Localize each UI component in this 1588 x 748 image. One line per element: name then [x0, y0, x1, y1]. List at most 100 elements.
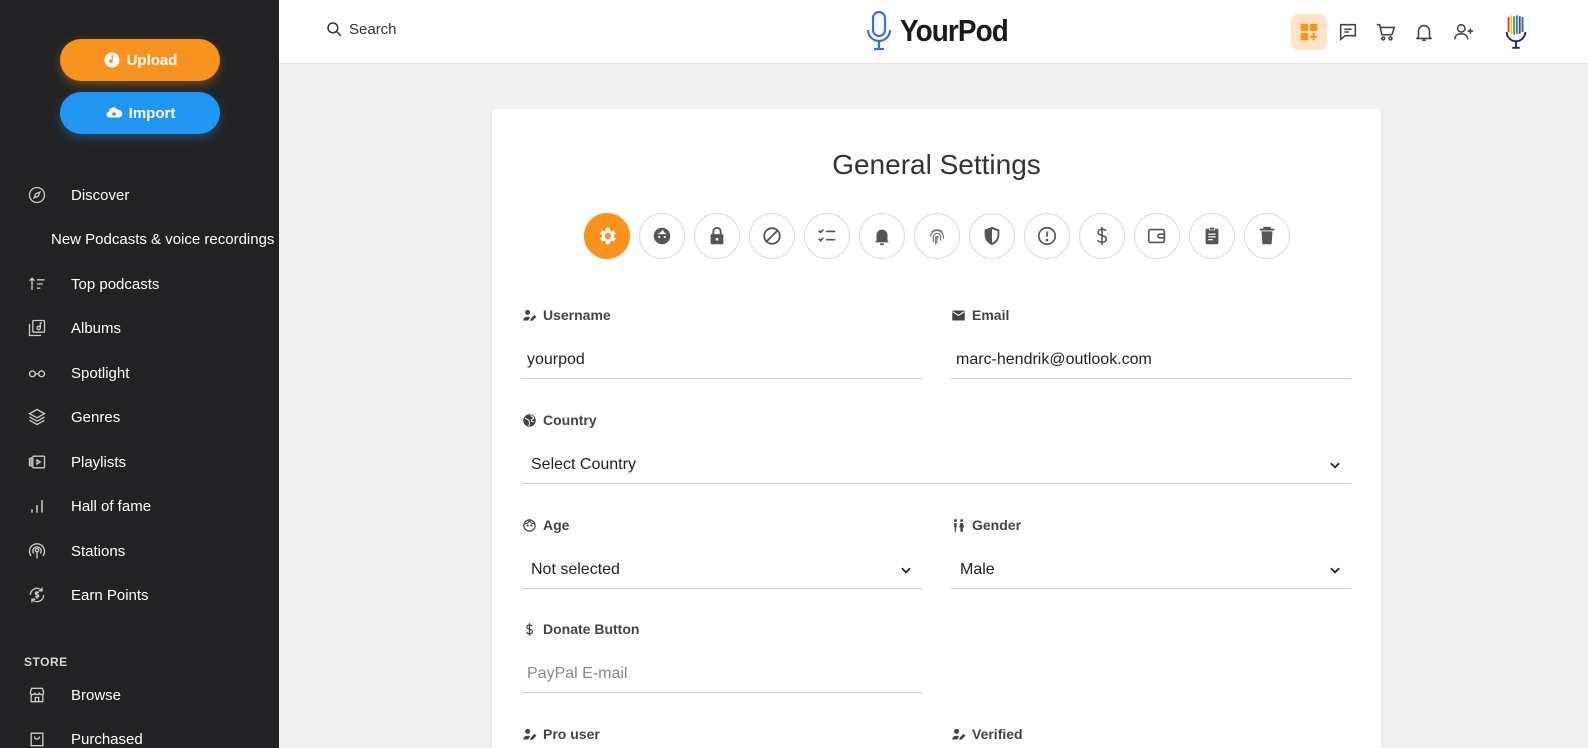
- paypal-email-input[interactable]: [522, 655, 922, 693]
- user-edit-icon: [952, 728, 966, 740]
- gender-select-value: Male: [960, 560, 995, 578]
- user-edit-icon: [523, 309, 537, 321]
- tab-password[interactable]: [694, 213, 740, 259]
- store-icon: [26, 684, 48, 706]
- sidebar-item-genres[interactable]: Genres: [0, 399, 279, 435]
- dashboard-add-button[interactable]: [1291, 14, 1327, 50]
- notifications-button[interactable]: [1406, 14, 1442, 50]
- cloud-download-icon: [106, 107, 122, 118]
- sidebar-item-top-podcasts[interactable]: Top podcasts: [0, 266, 279, 302]
- donate-field: Donate Button: [522, 620, 922, 693]
- dashboard-add-icon: [1300, 23, 1318, 41]
- email-input[interactable]: [951, 341, 1351, 379]
- add-friend-button[interactable]: [1446, 14, 1482, 50]
- tab-notifications[interactable]: [859, 213, 905, 259]
- sidebar-item-label: Albums: [71, 319, 122, 337]
- age-field: Age Not selected: [522, 516, 922, 589]
- gender-icon: [953, 518, 965, 532]
- sidebar-item-stations[interactable]: Stations: [0, 533, 279, 569]
- alert-icon: [1037, 226, 1057, 246]
- tab-blocked[interactable]: [749, 213, 795, 259]
- verified-field: Verified: [951, 725, 1351, 743]
- add-user-icon: [1454, 23, 1474, 40]
- trash-icon: [1259, 226, 1275, 245]
- gear-icon: [600, 227, 616, 245]
- sidebar-item-label: Browse: [71, 686, 122, 704]
- search-button[interactable]: Search: [325, 20, 397, 38]
- search-label: Search: [349, 20, 397, 38]
- tab-general[interactable]: [584, 213, 630, 259]
- sidebar-item-label: Top podcasts: [71, 275, 160, 293]
- messages-button[interactable]: [1330, 14, 1366, 50]
- import-label: Import: [128, 104, 176, 122]
- bag-icon: [26, 728, 48, 748]
- tab-delete-account[interactable]: [1244, 213, 1290, 259]
- username-input[interactable]: [522, 341, 922, 379]
- age-select-value: Not selected: [531, 560, 620, 578]
- sidebar-item-earn-points[interactable]: Earn Points: [0, 577, 279, 613]
- bar-chart-icon: [26, 495, 48, 517]
- store-heading: STORE: [24, 655, 68, 669]
- upload-label: Upload: [126, 51, 178, 69]
- wallet-icon: [1147, 228, 1166, 244]
- playlist-icon: [26, 451, 48, 473]
- face-icon: [653, 227, 671, 245]
- bell-icon: [1415, 24, 1433, 42]
- country-select[interactable]: Select Country: [522, 446, 1351, 484]
- upload-button[interactable]: Upload: [60, 39, 220, 81]
- username-field: Username: [522, 306, 922, 379]
- sort-icon: [26, 273, 48, 295]
- broadcast-icon: [26, 540, 48, 562]
- age-select[interactable]: Not selected: [522, 551, 922, 589]
- shield-icon: [984, 226, 1000, 246]
- logo-text: YourPod: [900, 13, 1009, 48]
- tab-privacy[interactable]: [804, 213, 850, 259]
- tab-reports[interactable]: [1024, 213, 1070, 259]
- sidebar-item-spotlight[interactable]: Spotlight: [0, 355, 279, 391]
- sidebar-item-purchased[interactable]: Purchased: [0, 721, 279, 748]
- user-edit-icon: [523, 728, 537, 740]
- age-label: Age: [522, 516, 922, 534]
- sidebar-item-hall-of-fame[interactable]: Hall of fame: [0, 488, 279, 524]
- sidebar-item-label: Earn Points: [71, 586, 149, 604]
- sidebar-item-label: Genres: [71, 408, 121, 426]
- country-field: Country Select Country: [522, 411, 1351, 484]
- pro-user-label: Pro user: [522, 725, 922, 743]
- tab-sessions[interactable]: [969, 213, 1015, 259]
- cart-icon: [1376, 23, 1396, 41]
- sidebar-item-albums[interactable]: Albums: [0, 310, 279, 346]
- settings-card: General Settings Username yourpod Email …: [492, 109, 1381, 748]
- import-button[interactable]: Import: [60, 92, 220, 134]
- tab-invoices[interactable]: [1189, 213, 1235, 259]
- sidebar-item-new-podcasts[interactable]: New Podcasts & voice recordings: [0, 221, 279, 257]
- chevron-down-icon: [1330, 462, 1340, 469]
- chevron-down-icon: [901, 567, 911, 574]
- microphone-icon: [866, 10, 892, 51]
- tab-wallet[interactable]: [1134, 213, 1180, 259]
- cart-button[interactable]: [1368, 14, 1404, 50]
- logo[interactable]: YourPod: [864, 10, 1020, 52]
- face-icon: [523, 518, 536, 532]
- chevron-down-icon: [1330, 567, 1340, 574]
- tab-security[interactable]: [914, 213, 960, 259]
- sidebar-item-label: Discover: [71, 186, 130, 204]
- avatar[interactable]: [1498, 14, 1534, 50]
- sidebar-item-playlists[interactable]: Playlists: [0, 444, 279, 480]
- gender-field: Gender Male: [951, 516, 1351, 589]
- sidebar-item-browse[interactable]: Browse: [0, 677, 279, 713]
- tab-monetization[interactable]: [1079, 213, 1125, 259]
- tab-profile[interactable]: [639, 213, 685, 259]
- sidebar-item-label: Purchased: [71, 730, 143, 748]
- gender-select[interactable]: Male: [951, 551, 1351, 589]
- dollar-cycle-icon: [26, 584, 48, 606]
- email-field: Email: [951, 306, 1351, 379]
- clipboard-icon: [1205, 226, 1219, 245]
- dollar-icon: [525, 622, 534, 636]
- verified-label: Verified: [951, 725, 1351, 743]
- avatar-logo-icon: [1505, 15, 1527, 49]
- sidebar-item-discover[interactable]: Discover: [0, 177, 279, 213]
- page-title: General Settings: [832, 149, 1041, 180]
- sidebar-item-label: Spotlight: [71, 364, 130, 382]
- compass-icon: [26, 184, 48, 206]
- globe-icon: [523, 413, 536, 427]
